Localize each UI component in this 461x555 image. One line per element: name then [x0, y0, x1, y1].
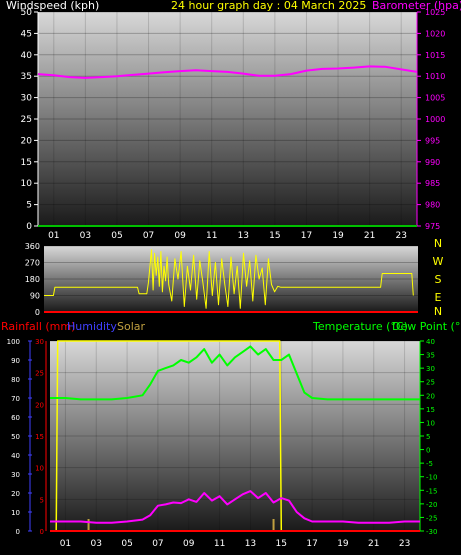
- compass-label-n-4: N: [434, 305, 442, 318]
- humidity-label: Humidity: [67, 320, 117, 333]
- x-tick-label-07: 07: [152, 539, 163, 549]
- x-tick-label-13: 13: [238, 231, 249, 241]
- x-tick-label-07: 07: [143, 231, 154, 241]
- humidity-y-tick-label-80: 80: [11, 376, 20, 384]
- x-tick-label-03: 03: [80, 231, 91, 241]
- dir-y-tick-label-0: 0: [35, 308, 40, 317]
- compass-label-e-3: E: [435, 291, 442, 304]
- temp-y-tick-label--15: -15: [426, 487, 437, 495]
- temp-y-tick-label-15: 15: [426, 406, 435, 414]
- x-tick-label-23: 23: [399, 539, 410, 549]
- humidity-y-tick-label-50: 50: [11, 433, 20, 441]
- temp-y-tick-label-10: 10: [426, 419, 435, 427]
- baro-y-tick-label-1005: 1005: [425, 94, 445, 103]
- x-tick-label-05: 05: [111, 231, 122, 241]
- dir-y-tick-label-270: 270: [25, 259, 40, 268]
- rain-y-tick-label-20: 20: [35, 401, 44, 409]
- dir-y-tick-label-180: 180: [25, 275, 40, 284]
- baro-y-tick-label-1000: 1000: [425, 115, 445, 124]
- x-tick-label-11: 11: [206, 231, 217, 241]
- rain-y-tick-label-5: 5: [40, 496, 44, 504]
- x-tick-label-19: 19: [337, 539, 349, 549]
- x-tick-label-11: 11: [214, 539, 225, 549]
- x-tick-label-05: 05: [121, 539, 132, 549]
- x-tick-label-17: 17: [301, 231, 312, 241]
- dir-y-tick-label-90: 90: [30, 292, 40, 301]
- compass-label-s-2: S: [435, 273, 442, 286]
- wind-y-tick-label-0: 0: [26, 222, 32, 232]
- rainfall-label: Rainfall (mm): [1, 320, 75, 333]
- humidity-y-tick-label-40: 40: [11, 452, 20, 460]
- wind-y-tick-label-30: 30: [21, 94, 33, 104]
- rain-y-tick-label-0: 0: [40, 528, 44, 536]
- x-tick-label-09: 09: [174, 231, 186, 241]
- humidity-y-tick-label-100: 100: [7, 338, 20, 346]
- graph-title: 24 hour graph day : 04 March 2025: [171, 0, 366, 12]
- humidity-y-tick-label-30: 30: [11, 471, 20, 479]
- humidity-y-tick-label-0: 0: [16, 528, 20, 536]
- wind-y-tick-label-25: 25: [21, 115, 32, 125]
- wind-y-tick-label-35: 35: [21, 72, 32, 82]
- x-tick-label-19: 19: [332, 231, 344, 241]
- temp-y-tick-label--30: -30: [426, 528, 437, 536]
- baro-y-tick-label-980: 980: [425, 201, 440, 210]
- wind-y-tick-label-5: 5: [26, 201, 32, 211]
- weather-graph: Windspeed (kph) 24 hour graph day : 04 M…: [1, 0, 461, 549]
- dir-y-tick-label-360: 360: [25, 242, 40, 251]
- compass-label-w-1: W: [433, 255, 444, 268]
- x-tick-label-01: 01: [48, 231, 59, 241]
- temp-y-tick-label-35: 35: [426, 352, 435, 360]
- temp-y-tick-label--5: -5: [426, 460, 433, 468]
- baro-y-tick-label-990: 990: [425, 158, 440, 167]
- baro-y-tick-label-985: 985: [425, 179, 440, 188]
- x-tick-label-21: 21: [368, 539, 379, 549]
- temp-y-tick-label--10: -10: [426, 474, 437, 482]
- temp-y-tick-label--25: -25: [426, 514, 437, 522]
- humidity-y-tick-label-60: 60: [11, 414, 20, 422]
- x-tick-label-15: 15: [269, 231, 280, 241]
- x-tick-label-21: 21: [364, 231, 375, 241]
- wind-y-tick-label-40: 40: [21, 51, 33, 61]
- rain-y-tick-label-15: 15: [35, 433, 44, 441]
- temp-y-tick-label-5: 5: [426, 433, 430, 441]
- rain-y-tick-label-30: 30: [35, 338, 44, 346]
- wind-y-tick-label-50: 50: [21, 8, 33, 18]
- solar-label: Solar: [117, 320, 146, 333]
- temp-y-tick-label-0: 0: [426, 447, 430, 455]
- temp-y-tick-label-30: 30: [426, 365, 435, 373]
- barometer-axis-title: Barometer (hpa): [372, 0, 461, 12]
- dewpoint-label: Dew Point (°C): [392, 320, 461, 333]
- temp-y-tick-label-40: 40: [426, 338, 435, 346]
- wind-y-tick-label-20: 20: [21, 136, 33, 146]
- x-tick-label-23: 23: [395, 231, 406, 241]
- x-tick-label-03: 03: [91, 539, 102, 549]
- x-tick-label-15: 15: [276, 539, 287, 549]
- baro-y-tick-label-1025: 1025: [425, 8, 445, 17]
- x-tick-label-13: 13: [245, 539, 256, 549]
- baro-y-tick-label-975: 975: [425, 222, 440, 231]
- wind-y-tick-label-10: 10: [21, 179, 33, 189]
- humidity-y-tick-label-10: 10: [11, 509, 20, 517]
- wind-y-tick-label-45: 45: [21, 29, 32, 39]
- baro-y-tick-label-1010: 1010: [425, 72, 445, 81]
- wind-y-tick-label-15: 15: [21, 158, 32, 168]
- temp-y-tick-label-25: 25: [426, 379, 435, 387]
- baro-y-tick-label-1020: 1020: [425, 29, 445, 38]
- baro-y-tick-label-1015: 1015: [425, 51, 445, 60]
- baro-y-tick-label-995: 995: [425, 136, 440, 145]
- x-tick-label-01: 01: [60, 539, 71, 549]
- humidity-y-tick-label-20: 20: [11, 490, 20, 498]
- humidity-y-tick-label-90: 90: [11, 357, 20, 365]
- x-tick-label-09: 09: [183, 539, 195, 549]
- compass-label-n-0: N: [434, 237, 442, 250]
- rain-y-tick-label-25: 25: [35, 370, 44, 378]
- temp-y-tick-label-20: 20: [426, 392, 435, 400]
- humidity-y-tick-label-70: 70: [11, 395, 20, 403]
- x-tick-label-17: 17: [306, 539, 317, 549]
- rain-y-tick-label-10: 10: [35, 465, 44, 473]
- temp-y-tick-label--20: -20: [426, 501, 437, 509]
